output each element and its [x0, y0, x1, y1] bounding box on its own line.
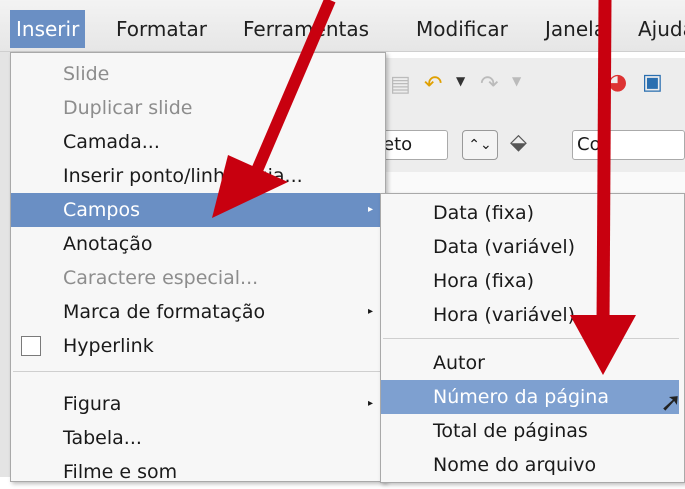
submenu-item-time-variable[interactable]: Hora (variável): [381, 298, 679, 332]
menu-inserir[interactable]: Inserir: [10, 10, 86, 48]
insert-menu: Slide Duplicar slide Camada... Inserir p…: [10, 52, 386, 483]
submenu-arrow-icon: ▸: [367, 204, 373, 215]
mouse-cursor-icon: ➚: [660, 388, 682, 418]
fields-submenu: Data (fixa) Data (variável) Hora (fixa) …: [380, 193, 685, 483]
submenu-item-label: Total de páginas: [433, 420, 588, 442]
submenu-item-label: Hora (fixa): [433, 270, 535, 292]
menu-item-formatting-mark[interactable]: Marca de formatação ▸: [11, 295, 385, 329]
chart-icon[interactable]: ◕: [608, 70, 627, 95]
menu-item-label: Duplicar slide: [63, 97, 193, 119]
submenu-item-label: Nome do arquivo: [433, 454, 597, 476]
submenu-separator: [383, 338, 679, 339]
menu-item-hyperlink[interactable]: Hyperlink: [11, 329, 385, 363]
hyperlink-checkbox[interactable]: [21, 336, 41, 356]
menu-ferramentas[interactable]: Ferramentas: [243, 10, 369, 48]
submenu-item-page-count[interactable]: Total de páginas: [381, 414, 679, 448]
menubar: Inserir Formatar Ferramentas Modificar J…: [0, 0, 685, 52]
menu-item-label: Tabela...: [63, 427, 142, 449]
menu-item-table[interactable]: Tabela...: [11, 421, 385, 455]
submenu-arrow-icon: ▸: [367, 398, 373, 409]
menu-item-fields[interactable]: Campos ▸: [11, 193, 385, 227]
undo-icon[interactable]: ↶: [424, 72, 442, 97]
menu-item-layer[interactable]: Camada...: [11, 125, 385, 159]
undo-dropdown-icon[interactable]: ▼: [456, 74, 465, 88]
menu-modificar[interactable]: Modificar: [416, 10, 508, 48]
menu-item-label: Anotação: [63, 233, 153, 255]
menu-item-duplicate-slide[interactable]: Duplicar slide: [11, 91, 385, 125]
menu-item-label: Campos: [63, 199, 141, 221]
menu-item-label: Caractere especial...: [63, 267, 259, 289]
menu-item-picture[interactable]: Figura ▸: [11, 387, 385, 421]
menu-item-slide[interactable]: Slide: [11, 57, 385, 91]
menu-ajuda[interactable]: Ajuda: [638, 10, 685, 48]
menu-separator: [13, 371, 383, 372]
color-combo[interactable]: Cor: [572, 130, 685, 160]
spin-button[interactable]: ⌃⌄: [462, 130, 498, 160]
format-toolbar: eto ⌃⌄ ⬙ Cor: [378, 120, 685, 173]
menu-item-label: Hyperlink: [63, 335, 154, 357]
submenu-item-label: Número da página: [433, 386, 609, 408]
menu-item-movie-sound[interactable]: Filme e som: [11, 455, 385, 489]
menu-item-annotation[interactable]: Anotação: [11, 227, 385, 261]
submenu-item-date-variable[interactable]: Data (variável): [381, 230, 679, 264]
menu-item-label: Filme e som: [63, 461, 178, 483]
menu-item-label: Inserir ponto/linha-guia...: [63, 165, 303, 187]
print-icon[interactable]: ▤: [390, 72, 411, 97]
submenu-item-label: Data (fixa): [433, 202, 535, 224]
menu-formatar[interactable]: Formatar: [116, 10, 207, 48]
paint-bucket-icon[interactable]: ⬙: [510, 130, 527, 155]
menu-janela[interactable]: Janela: [545, 10, 606, 48]
submenu-arrow-icon: ▸: [367, 306, 373, 317]
style-combo[interactable]: eto: [378, 130, 448, 160]
submenu-item-label: Hora (variável): [433, 304, 576, 326]
ruler: [380, 172, 685, 195]
submenu-item-page-number[interactable]: Número da página: [381, 380, 679, 414]
menu-item-special-character[interactable]: Caractere especial...: [11, 261, 385, 295]
image-icon[interactable]: ▣: [642, 70, 663, 95]
submenu-item-time-fixed[interactable]: Hora (fixa): [381, 264, 679, 298]
menu-item-label: Figura: [63, 393, 122, 415]
menu-item-label: Marca de formatação: [63, 301, 266, 323]
submenu-item-author[interactable]: Autor: [381, 346, 679, 380]
menu-item-snap-point[interactable]: Inserir ponto/linha-guia...: [11, 159, 385, 193]
submenu-item-label: Data (variável): [433, 236, 576, 258]
standard-toolbar: ▤ ↶ ▼ ↷ ▼ ◕ ▣: [380, 58, 685, 121]
submenu-item-date-fixed[interactable]: Data (fixa): [381, 196, 679, 230]
redo-icon[interactable]: ↷: [480, 72, 498, 97]
submenu-item-label: Autor: [433, 352, 485, 374]
menu-item-label: Slide: [63, 63, 110, 85]
menu-item-label: Camada...: [63, 131, 160, 153]
redo-dropdown-icon[interactable]: ▼: [512, 74, 521, 88]
